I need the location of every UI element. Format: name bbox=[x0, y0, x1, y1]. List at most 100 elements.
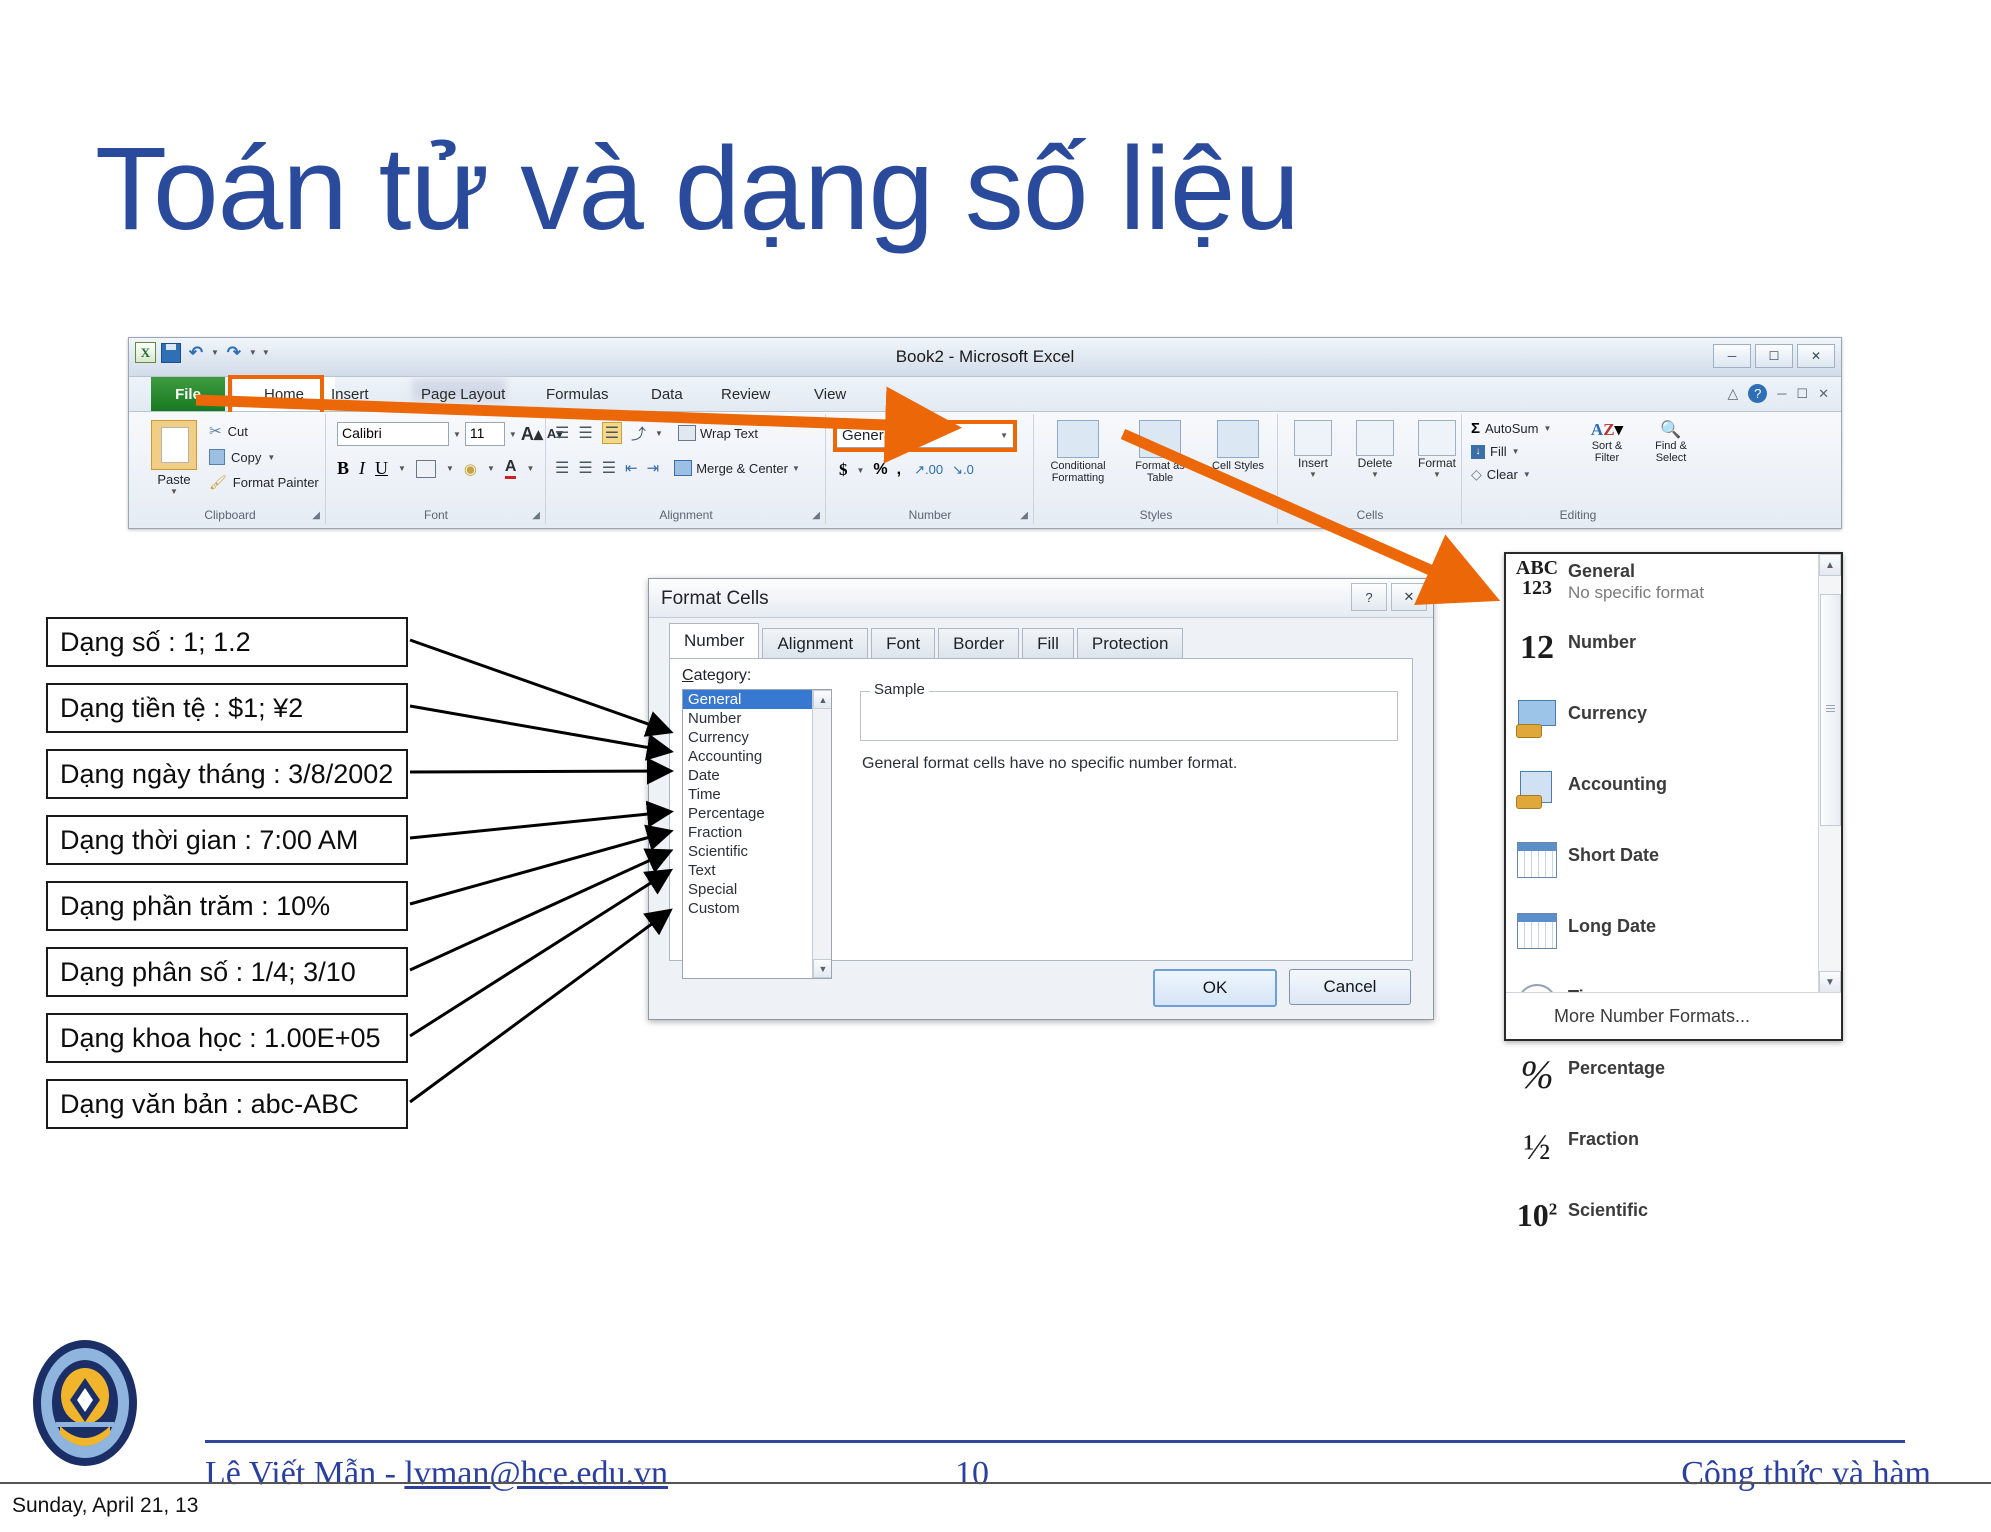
comma-format-icon[interactable]: , bbox=[897, 461, 901, 479]
currency-format-icon[interactable]: $ bbox=[839, 460, 848, 480]
increase-font-size-icon[interactable]: A▴ bbox=[521, 424, 543, 445]
currency-dropdown-icon[interactable]: ▼ bbox=[857, 466, 865, 475]
category-item-number[interactable]: Number bbox=[683, 709, 831, 728]
fill-color-icon[interactable]: ◉ bbox=[464, 460, 477, 478]
underline-dropdown-icon[interactable]: ▼ bbox=[398, 464, 406, 473]
autosum-dropdown-icon[interactable]: ▼ bbox=[1544, 424, 1552, 433]
menu-item-scientific[interactable]: 102 Scientific bbox=[1506, 1193, 1841, 1264]
clear-label[interactable]: Clear bbox=[1487, 467, 1518, 482]
number-format-dropdown-menu[interactable]: ABC 123 General No specific format 12 Num… bbox=[1504, 552, 1843, 1233]
tab-formulas[interactable]: Formulas bbox=[534, 377, 621, 411]
fill-label[interactable]: Fill bbox=[1490, 444, 1507, 459]
sort-filter-label[interactable]: Sort & Filter bbox=[1581, 440, 1633, 464]
scroll-up-icon[interactable]: ▲ bbox=[1819, 554, 1841, 576]
orientation-icon[interactable]: ⤴ bbox=[631, 423, 646, 444]
menu-item-general[interactable]: ABC 123 General No specific format bbox=[1506, 554, 1841, 625]
tab-number[interactable]: Number bbox=[669, 623, 760, 659]
help-icon[interactable]: ? bbox=[1748, 384, 1768, 403]
restore-window-icon[interactable]: ☐ bbox=[1796, 386, 1808, 402]
tab-alignment[interactable]: Alignment bbox=[762, 628, 869, 659]
autosum-label[interactable]: AutoSum bbox=[1485, 421, 1538, 436]
format-painter-label[interactable]: Format Painter bbox=[233, 475, 319, 490]
window-controls[interactable]: ─ ☐ ✕ bbox=[1713, 344, 1835, 368]
increase-decimal-icon[interactable]: ↗.00 bbox=[914, 462, 943, 478]
delete-dropdown-icon[interactable]: ▼ bbox=[1349, 470, 1401, 479]
menu-item-number[interactable]: 12 Number bbox=[1506, 625, 1841, 696]
sort-filter-icon[interactable]: AZ▾ bbox=[1581, 420, 1633, 440]
increase-indent-icon[interactable]: ⇥ bbox=[647, 459, 660, 477]
restore-icon[interactable]: ☐ bbox=[1755, 344, 1793, 368]
format-cells-label[interactable]: Format bbox=[1411, 456, 1463, 470]
merge-center-dropdown-icon[interactable]: ▼ bbox=[792, 464, 800, 473]
orientation-dropdown-icon[interactable]: ▼ bbox=[655, 429, 663, 438]
insert-cells-icon[interactable] bbox=[1294, 420, 1332, 456]
minimize-ribbon-icon[interactable]: △ bbox=[1727, 385, 1738, 402]
category-item-date[interactable]: Date bbox=[683, 766, 831, 785]
scroll-down-icon[interactable]: ▼ bbox=[813, 959, 831, 978]
borders-dropdown-icon[interactable]: ▼ bbox=[446, 464, 454, 473]
clipboard-dialog-launcher-icon[interactable]: ◢ bbox=[312, 510, 320, 521]
category-listbox[interactable]: General Number Currency Accounting Date … bbox=[682, 689, 832, 979]
tab-border[interactable]: Border bbox=[938, 628, 1020, 659]
find-select-label[interactable]: Find & Select bbox=[1643, 440, 1699, 464]
format-as-table-label[interactable]: Format as Table bbox=[1125, 460, 1195, 484]
footer-email-link[interactable]: lvman@hce.edu.vn bbox=[404, 1455, 668, 1492]
category-item-fraction[interactable]: Fraction bbox=[683, 823, 831, 842]
menu-scrollbar[interactable]: ▲ ▼ bbox=[1818, 554, 1841, 993]
category-item-time[interactable]: Time bbox=[683, 785, 831, 804]
scroll-thumb[interactable] bbox=[1820, 594, 1841, 826]
copy-dropdown-icon[interactable]: ▼ bbox=[267, 453, 275, 462]
category-item-accounting[interactable]: Accounting bbox=[683, 747, 831, 766]
paste-icon[interactable] bbox=[151, 420, 197, 470]
conditional-formatting-label[interactable]: Conditional Formatting bbox=[1041, 460, 1115, 484]
paste-dropdown-icon[interactable]: ▼ bbox=[143, 487, 205, 496]
font-color-dropdown-icon[interactable]: ▼ bbox=[526, 464, 534, 473]
tab-insert[interactable]: Insert bbox=[319, 377, 381, 411]
number-dialog-launcher-icon[interactable]: ◢ bbox=[1020, 510, 1028, 521]
tab-font[interactable]: Font bbox=[871, 628, 936, 659]
alignment-dialog-launcher-icon[interactable]: ◢ bbox=[812, 510, 820, 521]
close-icon[interactable]: ✕ bbox=[1797, 344, 1835, 368]
bold-button[interactable]: B bbox=[337, 458, 349, 479]
category-item-custom[interactable]: Custom bbox=[683, 899, 831, 918]
paste-label[interactable]: Paste bbox=[143, 472, 205, 487]
menu-item-fraction[interactable]: ½ Fraction bbox=[1506, 1122, 1841, 1193]
tab-page-layout[interactable]: Page Layout bbox=[409, 377, 517, 411]
wrap-text-label[interactable]: Wrap Text bbox=[700, 426, 758, 441]
delete-cells-label[interactable]: Delete bbox=[1349, 456, 1401, 470]
help-icon[interactable]: ? bbox=[1351, 583, 1387, 611]
more-number-formats-item[interactable]: More Number Formats... bbox=[1506, 992, 1841, 1039]
merge-center-label[interactable]: Merge & Center bbox=[696, 461, 788, 476]
align-bottom-icon[interactable]: ☰ bbox=[601, 422, 623, 444]
menu-item-short-date[interactable]: Short Date bbox=[1506, 838, 1841, 909]
insert-cells-label[interactable]: Insert bbox=[1287, 456, 1339, 470]
category-item-percentage[interactable]: Percentage bbox=[683, 804, 831, 823]
scroll-down-icon[interactable]: ▼ bbox=[1819, 971, 1841, 993]
close-window-icon[interactable]: ✕ bbox=[1818, 386, 1829, 402]
tab-file[interactable]: File bbox=[151, 377, 225, 411]
ribbon-tabs[interactable]: File Home Insert Page Layout Formulas Da… bbox=[129, 375, 1841, 423]
font-size-input[interactable]: 11 bbox=[464, 422, 505, 446]
percent-format-icon[interactable]: % bbox=[873, 461, 887, 479]
borders-icon[interactable] bbox=[415, 459, 436, 478]
category-item-general[interactable]: General bbox=[683, 690, 831, 709]
format-cells-icon[interactable] bbox=[1418, 420, 1456, 456]
tab-data[interactable]: Data bbox=[639, 377, 695, 411]
font-dialog-launcher-icon[interactable]: ◢ bbox=[532, 510, 540, 521]
menu-item-long-date[interactable]: Long Date bbox=[1506, 909, 1841, 980]
copy-label[interactable]: Copy bbox=[231, 450, 261, 465]
font-name-input[interactable]: Calibri bbox=[337, 422, 449, 446]
menu-item-percentage[interactable]: % Percentage bbox=[1506, 1051, 1841, 1122]
format-cells-tabs[interactable]: Number Alignment Font Border Fill Protec… bbox=[669, 623, 1186, 659]
category-item-special[interactable]: Special bbox=[683, 880, 831, 899]
font-color-icon[interactable]: A bbox=[504, 458, 517, 479]
decrease-indent-icon[interactable]: ⇤ bbox=[625, 459, 638, 477]
minimize-window-icon[interactable]: ─ bbox=[1777, 386, 1786, 401]
format-dropdown-icon[interactable]: ▼ bbox=[1411, 470, 1463, 479]
category-item-text[interactable]: Text bbox=[683, 861, 831, 880]
clear-dropdown-icon[interactable]: ▼ bbox=[1523, 470, 1531, 479]
minimize-icon[interactable]: ─ bbox=[1713, 344, 1751, 368]
insert-dropdown-icon[interactable]: ▼ bbox=[1287, 470, 1339, 479]
font-size-dropdown-icon[interactable]: ▼ bbox=[509, 430, 517, 439]
category-item-scientific[interactable]: Scientific bbox=[683, 842, 831, 861]
